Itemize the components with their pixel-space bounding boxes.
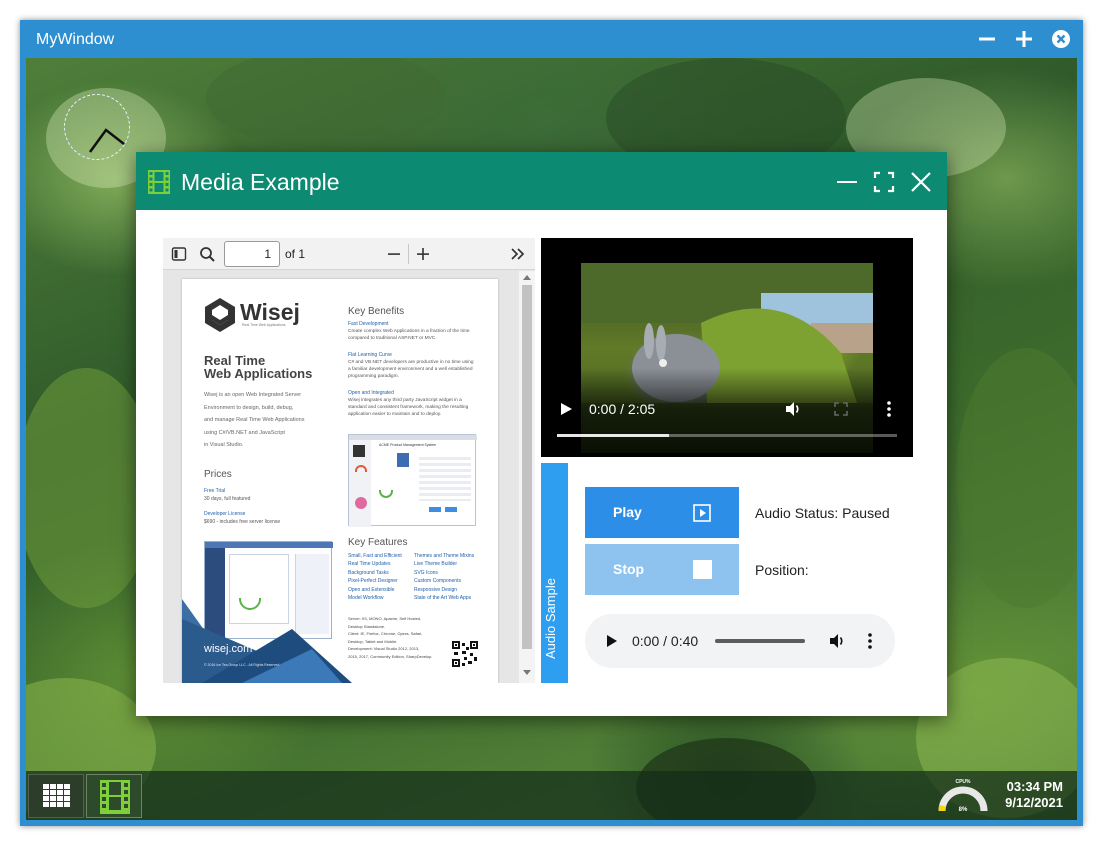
close-circle-icon[interactable] (1050, 28, 1072, 50)
window-fullscreen-icon[interactable] (872, 170, 896, 194)
window-minimize-icon[interactable] (835, 170, 859, 194)
volume-icon[interactable] (828, 632, 846, 650)
video-progress-bar[interactable] (557, 434, 897, 437)
video-player[interactable]: 0:00 / 2:05 (541, 238, 913, 457)
doc-developer-license-desc: $690 - includes free server license (204, 519, 281, 525)
cpu-value: 8% (959, 807, 968, 813)
media-window-titlebar[interactable]: Media Example (136, 152, 947, 210)
doc-acme-screenshot: ACME Product Management System (348, 434, 477, 527)
doc-benefit-text: Wisej integrates any third party JavaScr… (348, 398, 469, 417)
more-options-icon[interactable] (885, 400, 893, 418)
pdf-scrollbar[interactable] (519, 271, 535, 683)
audio-status-label: Audio Status: Paused (755, 505, 890, 521)
film-strip-icon (148, 170, 170, 194)
clock-time: 03:34 PM (1006, 779, 1063, 794)
more-options-icon[interactable] (866, 632, 874, 650)
doc-intro: Wisej is an open Web Integrated Server E… (204, 392, 305, 448)
doc-copyright: © 2016 Ice Tea Group LLC - All Rights Re… (204, 663, 280, 667)
media-window-title: Media Example (181, 169, 340, 195)
analog-clock-widget (64, 94, 130, 160)
audio-progress-bar[interactable] (715, 639, 805, 643)
zoom-in-icon[interactable] (416, 247, 430, 261)
start-menu-button[interactable] (28, 774, 84, 818)
pdf-viewer: of 1 Wisej Real Time Web Applications (163, 238, 535, 683)
play-icon[interactable] (559, 402, 573, 416)
scroll-up-arrow-icon[interactable] (523, 274, 531, 280)
doc-key-benefits-heading: Key Benefits (348, 306, 405, 317)
play-box-icon (693, 504, 711, 522)
doc-key-features-heading: Key Features (348, 537, 408, 548)
stop-square-icon (693, 560, 712, 579)
audio-position-label: Position: (755, 562, 809, 578)
sidebar-toggle-icon[interactable] (171, 246, 187, 262)
search-icon[interactable] (199, 246, 216, 263)
grid-apps-icon (43, 784, 70, 807)
doc-requirements: Server: IIS, MONO, Apache, Self Hosted, … (348, 616, 433, 659)
play-button-label: Play (613, 504, 642, 520)
cpu-label: CPU% (955, 779, 971, 785)
audio-sample-tab[interactable]: Audio Sample (541, 463, 568, 683)
zoom-out-icon[interactable] (387, 247, 401, 261)
play-button[interactable]: Play (585, 487, 739, 538)
page-number-input[interactable] (224, 241, 280, 267)
play-icon[interactable] (606, 634, 618, 648)
scroll-down-arrow-icon[interactable] (523, 670, 531, 676)
toolbar-divider (408, 244, 409, 264)
audio-sample-tab-label: Audio Sample (543, 578, 558, 659)
stop-button-label: Stop (613, 561, 645, 577)
doc-features-right: Themes and Theme Mixins Live Theme Build… (414, 553, 475, 602)
doc-website: wisej.com (204, 643, 253, 655)
system-clock: 03:34 PM 9/12/2021 (1005, 779, 1063, 811)
qr-code-icon (452, 641, 478, 667)
doc-benefit-text: Create complex Web Applications in a fra… (348, 329, 470, 341)
fullscreen-icon[interactable] (834, 402, 848, 416)
video-progress-fill (557, 434, 670, 437)
doc-brand-tagline: Real Time Web Applications (242, 323, 286, 327)
doc-benefit-text: C# and VB.NET developers are productive … (348, 360, 474, 379)
taskbar-media-example-button[interactable] (86, 774, 142, 818)
main-window-title: MyWindow (36, 31, 115, 48)
minimize-icon[interactable] (976, 28, 998, 50)
stop-button[interactable]: Stop (585, 544, 739, 595)
doc-acme-title: ACME Product Management System (379, 443, 437, 447)
doc-footer-graphic (182, 599, 352, 683)
video-time: 0:00 / 2:05 (589, 401, 656, 417)
wisej-logo-icon (205, 298, 235, 332)
clock-date: 9/12/2021 (1005, 795, 1063, 810)
double-chevron-right-icon[interactable] (510, 247, 525, 261)
doc-headline: Real Time Web Applications (204, 353, 313, 381)
taskbar: CPU% 8% 03:34 PM 9/12/2021 (26, 771, 1077, 820)
audio-time: 0:00 / 0:40 (632, 633, 699, 649)
media-example-window: Media Example of 1 (136, 152, 947, 716)
maximize-plus-icon[interactable] (1013, 28, 1035, 50)
doc-prices-heading: Prices (204, 469, 232, 480)
volume-icon[interactable] (784, 400, 802, 418)
window-close-icon[interactable] (909, 170, 933, 194)
clock-hands-icon (88, 128, 125, 153)
pdf-page: Wisej Real Time Web Applications Real Ti… (182, 279, 498, 683)
doc-free-trial-desc: 30 days, full featured (204, 496, 251, 502)
page-total-label: of 1 (285, 247, 306, 261)
audio-player[interactable]: 0:00 / 0:40 (585, 614, 895, 668)
pdf-toolbar: of 1 (163, 238, 535, 270)
doc-brand: Wisej (240, 299, 300, 325)
pdf-scrollbar-thumb[interactable] (522, 285, 532, 649)
film-strip-icon (100, 780, 130, 814)
cpu-gauge: CPU% 8% (938, 775, 988, 817)
doc-features-left: Small, Fast and Efficient Real Time Upda… (348, 553, 402, 602)
